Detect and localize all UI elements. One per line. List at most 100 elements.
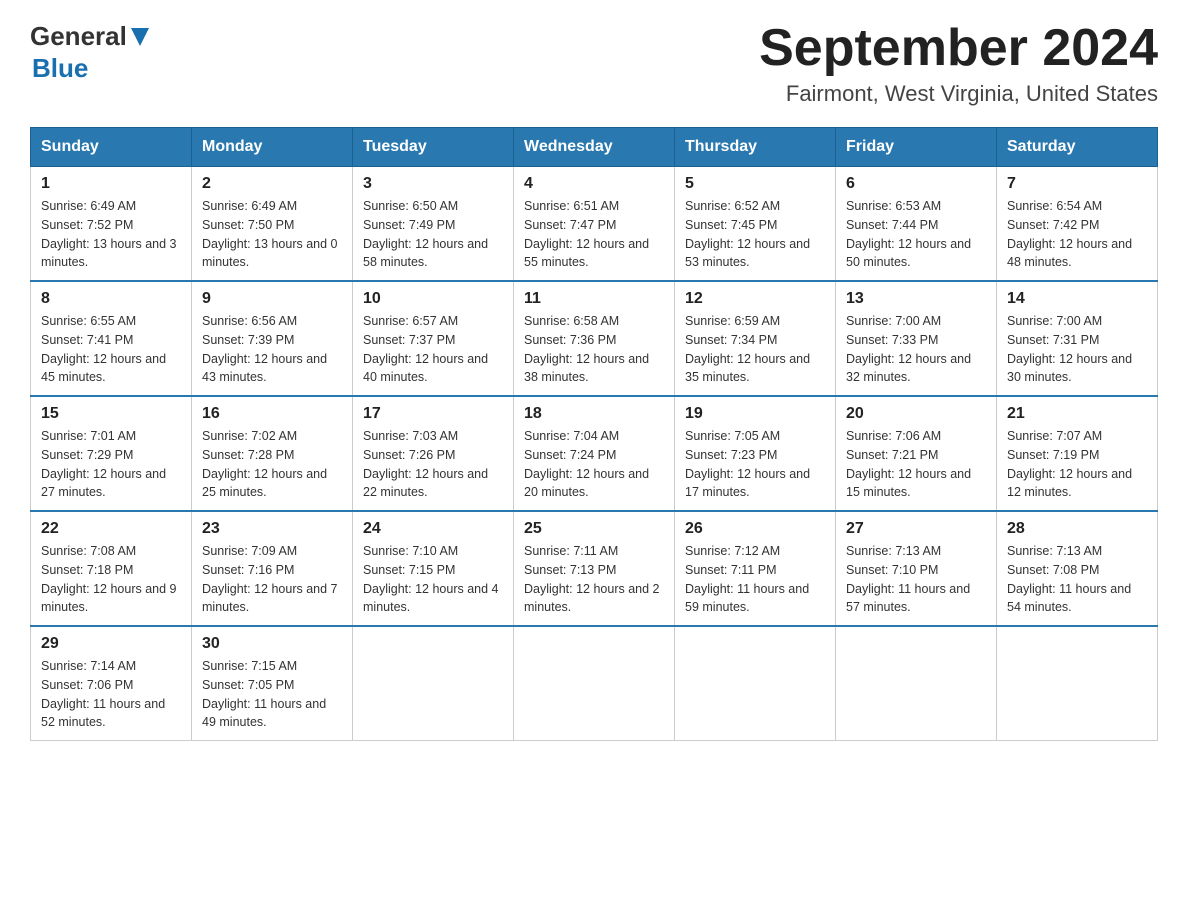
day-number: 23 (202, 520, 342, 538)
day-info: Sunrise: 6:49 AMSunset: 7:50 PMDaylight:… (202, 199, 338, 269)
weekday-header-tuesday: Tuesday (353, 128, 514, 167)
day-number: 27 (846, 520, 986, 538)
day-info: Sunrise: 7:02 AMSunset: 7:28 PMDaylight:… (202, 429, 327, 499)
day-number: 22 (41, 520, 181, 538)
calendar-day-cell: 14 Sunrise: 7:00 AMSunset: 7:31 PMDaylig… (997, 281, 1158, 396)
month-year-title: September 2024 (759, 20, 1158, 77)
day-info: Sunrise: 7:13 AMSunset: 7:08 PMDaylight:… (1007, 544, 1131, 614)
calendar-day-cell: 27 Sunrise: 7:13 AMSunset: 7:10 PMDaylig… (836, 511, 997, 626)
day-info: Sunrise: 6:55 AMSunset: 7:41 PMDaylight:… (41, 314, 166, 384)
day-number: 1 (41, 175, 181, 193)
calendar-week-row: 29 Sunrise: 7:14 AMSunset: 7:06 PMDaylig… (31, 626, 1158, 741)
day-info: Sunrise: 7:10 AMSunset: 7:15 PMDaylight:… (363, 544, 499, 614)
weekday-header-monday: Monday (192, 128, 353, 167)
day-info: Sunrise: 6:57 AMSunset: 7:37 PMDaylight:… (363, 314, 488, 384)
day-number: 2 (202, 175, 342, 193)
day-number: 26 (685, 520, 825, 538)
calendar-week-row: 1 Sunrise: 6:49 AMSunset: 7:52 PMDayligh… (31, 167, 1158, 282)
day-info: Sunrise: 6:50 AMSunset: 7:49 PMDaylight:… (363, 199, 488, 269)
calendar-week-row: 15 Sunrise: 7:01 AMSunset: 7:29 PMDaylig… (31, 396, 1158, 511)
weekday-header-sunday: Sunday (31, 128, 192, 167)
calendar-day-cell: 19 Sunrise: 7:05 AMSunset: 7:23 PMDaylig… (675, 396, 836, 511)
calendar-day-cell: 17 Sunrise: 7:03 AMSunset: 7:26 PMDaylig… (353, 396, 514, 511)
day-info: Sunrise: 6:49 AMSunset: 7:52 PMDaylight:… (41, 199, 177, 269)
day-number: 14 (1007, 290, 1147, 308)
day-number: 19 (685, 405, 825, 423)
day-number: 15 (41, 405, 181, 423)
calendar-day-cell: 12 Sunrise: 6:59 AMSunset: 7:34 PMDaylig… (675, 281, 836, 396)
calendar-day-cell: 11 Sunrise: 6:58 AMSunset: 7:36 PMDaylig… (514, 281, 675, 396)
day-number: 17 (363, 405, 503, 423)
day-number: 25 (524, 520, 664, 538)
weekday-header-thursday: Thursday (675, 128, 836, 167)
day-info: Sunrise: 7:03 AMSunset: 7:26 PMDaylight:… (363, 429, 488, 499)
day-number: 16 (202, 405, 342, 423)
day-info: Sunrise: 7:06 AMSunset: 7:21 PMDaylight:… (846, 429, 971, 499)
day-info: Sunrise: 6:52 AMSunset: 7:45 PMDaylight:… (685, 199, 810, 269)
calendar-day-cell: 1 Sunrise: 6:49 AMSunset: 7:52 PMDayligh… (31, 167, 192, 282)
day-number: 24 (363, 520, 503, 538)
calendar-day-cell (514, 626, 675, 741)
calendar-day-cell (353, 626, 514, 741)
day-info: Sunrise: 7:04 AMSunset: 7:24 PMDaylight:… (524, 429, 649, 499)
calendar-day-cell: 8 Sunrise: 6:55 AMSunset: 7:41 PMDayligh… (31, 281, 192, 396)
page-header: General Blue September 2024 Fairmont, We… (30, 20, 1158, 107)
logo-blue-text: Blue (32, 53, 88, 83)
calendar-day-cell: 16 Sunrise: 7:02 AMSunset: 7:28 PMDaylig… (192, 396, 353, 511)
day-info: Sunrise: 7:14 AMSunset: 7:06 PMDaylight:… (41, 659, 165, 729)
logo-arrow-icon (129, 26, 151, 53)
location-subtitle: Fairmont, West Virginia, United States (759, 81, 1158, 107)
title-block: September 2024 Fairmont, West Virginia, … (759, 20, 1158, 107)
calendar-day-cell (836, 626, 997, 741)
calendar-day-cell: 28 Sunrise: 7:13 AMSunset: 7:08 PMDaylig… (997, 511, 1158, 626)
day-info: Sunrise: 6:54 AMSunset: 7:42 PMDaylight:… (1007, 199, 1132, 269)
calendar-day-cell: 15 Sunrise: 7:01 AMSunset: 7:29 PMDaylig… (31, 396, 192, 511)
day-info: Sunrise: 7:13 AMSunset: 7:10 PMDaylight:… (846, 544, 970, 614)
calendar-day-cell: 22 Sunrise: 7:08 AMSunset: 7:18 PMDaylig… (31, 511, 192, 626)
calendar-day-cell: 20 Sunrise: 7:06 AMSunset: 7:21 PMDaylig… (836, 396, 997, 511)
day-info: Sunrise: 7:15 AMSunset: 7:05 PMDaylight:… (202, 659, 326, 729)
calendar-day-cell (997, 626, 1158, 741)
day-number: 18 (524, 405, 664, 423)
calendar-day-cell: 10 Sunrise: 6:57 AMSunset: 7:37 PMDaylig… (353, 281, 514, 396)
day-number: 10 (363, 290, 503, 308)
calendar-day-cell: 2 Sunrise: 6:49 AMSunset: 7:50 PMDayligh… (192, 167, 353, 282)
calendar-week-row: 8 Sunrise: 6:55 AMSunset: 7:41 PMDayligh… (31, 281, 1158, 396)
weekday-header-friday: Friday (836, 128, 997, 167)
weekday-header-wednesday: Wednesday (514, 128, 675, 167)
day-number: 11 (524, 290, 664, 308)
calendar-day-cell: 5 Sunrise: 6:52 AMSunset: 7:45 PMDayligh… (675, 167, 836, 282)
calendar-day-cell: 23 Sunrise: 7:09 AMSunset: 7:16 PMDaylig… (192, 511, 353, 626)
day-info: Sunrise: 7:12 AMSunset: 7:11 PMDaylight:… (685, 544, 809, 614)
day-number: 8 (41, 290, 181, 308)
calendar-day-cell: 24 Sunrise: 7:10 AMSunset: 7:15 PMDaylig… (353, 511, 514, 626)
calendar-day-cell: 25 Sunrise: 7:11 AMSunset: 7:13 PMDaylig… (514, 511, 675, 626)
day-number: 12 (685, 290, 825, 308)
day-info: Sunrise: 7:01 AMSunset: 7:29 PMDaylight:… (41, 429, 166, 499)
calendar-day-cell: 3 Sunrise: 6:50 AMSunset: 7:49 PMDayligh… (353, 167, 514, 282)
day-info: Sunrise: 7:07 AMSunset: 7:19 PMDaylight:… (1007, 429, 1132, 499)
calendar-week-row: 22 Sunrise: 7:08 AMSunset: 7:18 PMDaylig… (31, 511, 1158, 626)
day-number: 21 (1007, 405, 1147, 423)
day-number: 28 (1007, 520, 1147, 538)
logo-general-text: General (30, 21, 127, 52)
day-number: 9 (202, 290, 342, 308)
day-number: 6 (846, 175, 986, 193)
day-info: Sunrise: 7:00 AMSunset: 7:33 PMDaylight:… (846, 314, 971, 384)
calendar-day-cell: 13 Sunrise: 7:00 AMSunset: 7:33 PMDaylig… (836, 281, 997, 396)
calendar-day-cell: 29 Sunrise: 7:14 AMSunset: 7:06 PMDaylig… (31, 626, 192, 741)
day-info: Sunrise: 7:05 AMSunset: 7:23 PMDaylight:… (685, 429, 810, 499)
day-number: 4 (524, 175, 664, 193)
calendar-table: SundayMondayTuesdayWednesdayThursdayFrid… (30, 127, 1158, 741)
day-info: Sunrise: 6:59 AMSunset: 7:34 PMDaylight:… (685, 314, 810, 384)
calendar-day-cell: 6 Sunrise: 6:53 AMSunset: 7:44 PMDayligh… (836, 167, 997, 282)
day-info: Sunrise: 6:53 AMSunset: 7:44 PMDaylight:… (846, 199, 971, 269)
weekday-header-saturday: Saturday (997, 128, 1158, 167)
calendar-day-cell: 4 Sunrise: 6:51 AMSunset: 7:47 PMDayligh… (514, 167, 675, 282)
day-info: Sunrise: 7:11 AMSunset: 7:13 PMDaylight:… (524, 544, 660, 614)
day-number: 7 (1007, 175, 1147, 193)
calendar-day-cell: 30 Sunrise: 7:15 AMSunset: 7:05 PMDaylig… (192, 626, 353, 741)
day-info: Sunrise: 6:56 AMSunset: 7:39 PMDaylight:… (202, 314, 327, 384)
calendar-day-cell: 9 Sunrise: 6:56 AMSunset: 7:39 PMDayligh… (192, 281, 353, 396)
calendar-day-cell: 21 Sunrise: 7:07 AMSunset: 7:19 PMDaylig… (997, 396, 1158, 511)
